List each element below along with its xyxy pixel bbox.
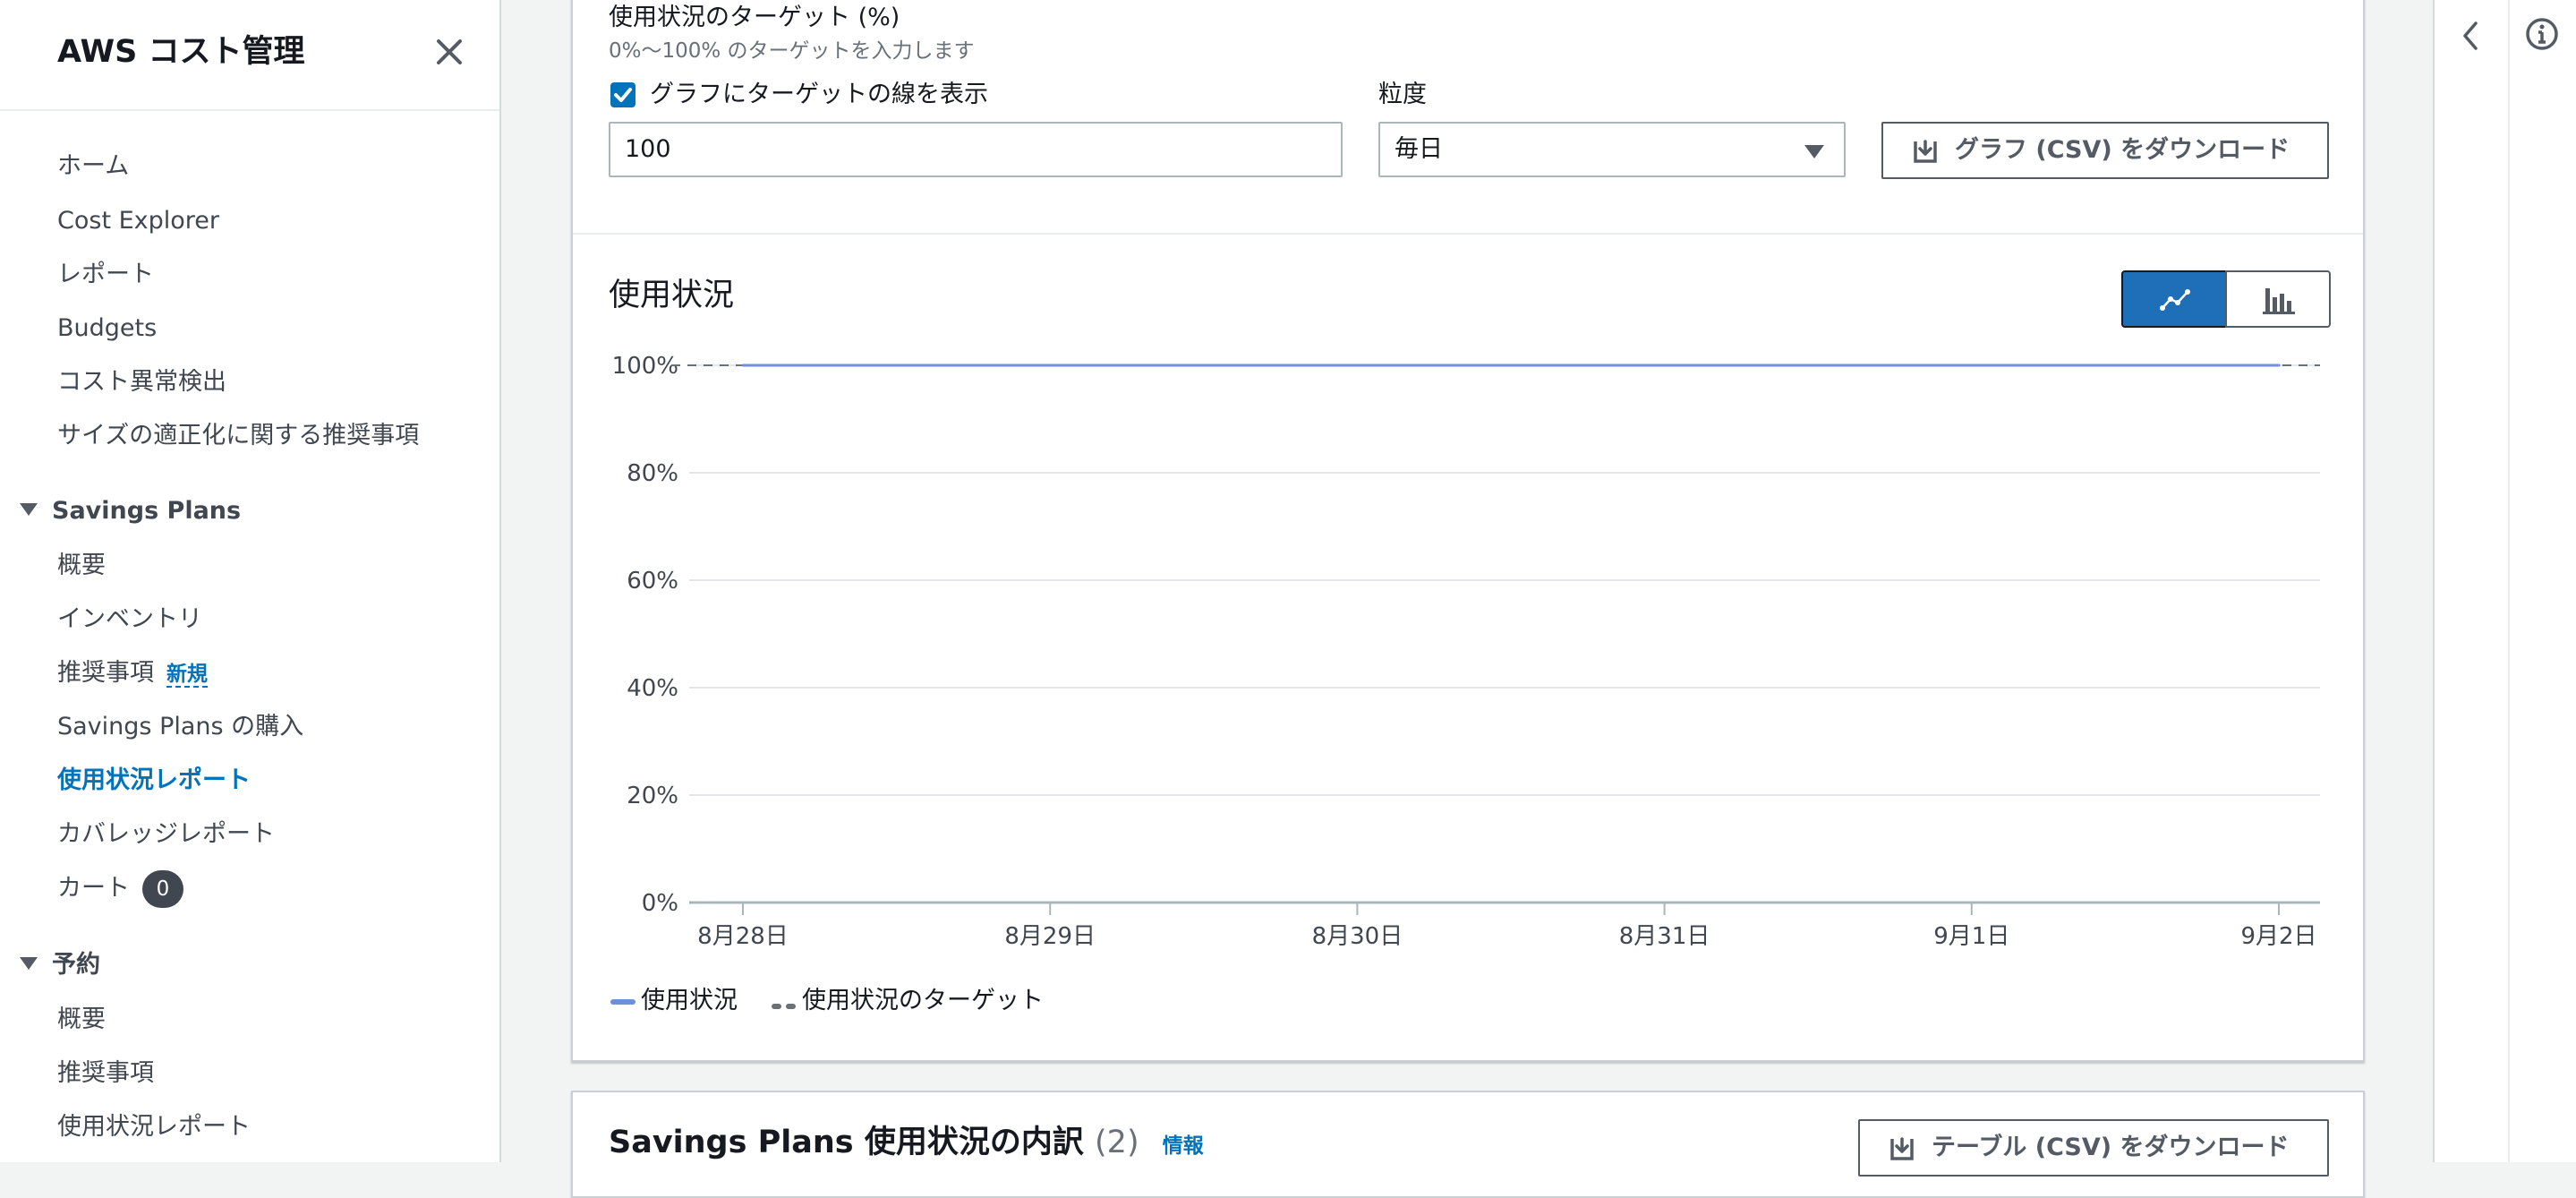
download-icon xyxy=(1890,1137,1914,1160)
close-icon[interactable] xyxy=(431,34,467,70)
nav-section-label: 予約 xyxy=(52,951,100,979)
nav-sp-purchase[interactable]: Savings Plans の購入 xyxy=(57,711,303,743)
nav-sp-inventory[interactable]: インベントリ xyxy=(57,603,202,636)
nav-budgets[interactable]: Budgets xyxy=(57,312,157,345)
side-navigation: AWS コスト管理 ホーム Cost Explorer レポート Budgets… xyxy=(0,0,501,1162)
x-tick-label: 9月2日 xyxy=(2240,923,2316,950)
chart-title: 使用状況 xyxy=(609,278,735,313)
nav-cost-explorer[interactable]: Cost Explorer xyxy=(57,205,219,237)
legend-swatch xyxy=(772,986,797,1018)
data-point xyxy=(741,364,745,367)
nav-ri-recommendations[interactable]: 推奨事項 xyxy=(57,1057,154,1090)
data-point xyxy=(2277,364,2281,367)
caret-down-icon xyxy=(20,503,38,516)
y-tick-label: 0% xyxy=(642,890,678,917)
nav-sp-recommendations[interactable]: 推奨事項 新規 xyxy=(57,657,208,690)
x-tick-label: 8月30日 xyxy=(1312,923,1403,950)
chevron-left-icon[interactable] xyxy=(2460,20,2481,52)
bar-chart-toggle[interactable] xyxy=(2225,270,2331,328)
nav-home[interactable]: ホーム xyxy=(57,150,129,183)
nav-rightsizing-recommendations[interactable]: サイズの適正化に関する推奨事項 xyxy=(57,420,419,452)
legend-label: 使用状況 xyxy=(641,987,738,1014)
info-icon[interactable] xyxy=(2524,16,2560,52)
breakdown-count: (2) xyxy=(1095,1125,1139,1160)
legend-item-target[interactable]: 使用状況のターゲット xyxy=(772,985,1044,1018)
data-point xyxy=(1048,364,1052,367)
nav-ri-utilization-report[interactable]: 使用状況レポート xyxy=(57,1111,251,1143)
legend-label: 使用状況のターゲット xyxy=(802,987,1044,1014)
x-tick-label: 8月29日 xyxy=(1004,923,1096,950)
data-point xyxy=(1663,364,1667,367)
x-tick-label: 9月1日 xyxy=(1933,923,2009,950)
nav-item-label: 推奨事項 xyxy=(57,659,154,687)
divider xyxy=(573,233,2363,235)
nav-sp-coverage-report[interactable]: カバレッジレポート xyxy=(57,818,275,851)
tools-rail xyxy=(2433,0,2576,1162)
checkmark-icon xyxy=(614,88,632,102)
y-tick-label: 80% xyxy=(627,460,678,487)
bar-chart-icon xyxy=(2263,288,2295,314)
legend-item-utilization[interactable]: 使用状況 xyxy=(610,985,738,1017)
breakdown-container: Savings Plans 使用状況の内訳 (2) 情報 テーブル (CSV) … xyxy=(571,1091,2365,1198)
nav-sp-utilization-report[interactable]: 使用状況レポート xyxy=(57,765,251,797)
data-point xyxy=(1970,364,1974,367)
nav-reports[interactable]: レポート xyxy=(57,259,154,291)
utilization-line-chart: 0% 20% 40% 60% 80% 100% 8月28日 8月29日 8月30日 8月31日 9月… xyxy=(612,353,2320,950)
nav-sp-overview[interactable]: 概要 xyxy=(57,550,106,582)
caret-down-icon xyxy=(1804,145,1824,158)
granularity-selected-value: 毎日 xyxy=(1395,135,1443,163)
download-chart-csv-button[interactable]: グラフ (CSV) をダウンロード xyxy=(1881,122,2329,179)
side-navigation-header: AWS コスト管理 xyxy=(0,0,499,111)
y-tick-label: 40% xyxy=(627,675,678,702)
nav-item-label: カート xyxy=(57,874,130,903)
show-target-checkbox[interactable] xyxy=(610,82,635,107)
nav-sp-cart[interactable]: カート 0 xyxy=(57,870,183,908)
line-chart-icon xyxy=(2160,289,2190,311)
y-tick-label: 100% xyxy=(612,353,678,380)
granularity-label: 粒度 xyxy=(1378,81,1427,108)
info-link[interactable]: 情報 xyxy=(1163,1134,1204,1158)
nav-cost-anomaly-detection[interactable]: コスト異常検出 xyxy=(57,366,226,398)
download-chart-csv-label: グラフ (CSV) をダウンロード xyxy=(1955,136,2290,164)
x-tick-label: 8月31日 xyxy=(1619,923,1710,950)
side-navigation-title: AWS コスト管理 xyxy=(57,34,305,70)
caret-down-icon xyxy=(20,957,38,970)
cart-count-badge: 0 xyxy=(142,870,183,908)
target-input[interactable]: 100 xyxy=(609,122,1343,177)
breakdown-title-text: Savings Plans 使用状況の内訳 xyxy=(609,1125,1084,1160)
nav-ri-overview[interactable]: 概要 xyxy=(57,1004,106,1036)
target-hint: 0%〜100% のターゲットを入力します xyxy=(609,39,975,63)
download-table-csv-label: テーブル (CSV) をダウンロード xyxy=(1932,1134,2290,1161)
nav-section-savings-plans[interactable]: Savings Plans xyxy=(20,495,241,527)
download-table-csv-button[interactable]: テーブル (CSV) をダウンロード xyxy=(1858,1119,2329,1177)
y-tick-label: 60% xyxy=(627,568,678,595)
target-label: 使用状況のターゲット (%) xyxy=(609,4,900,31)
x-tick-label: 8月28日 xyxy=(697,923,789,950)
nav-section-label: Savings Plans xyxy=(52,497,242,525)
y-tick-label: 20% xyxy=(627,783,678,809)
utilization-chart-container: 使用状況のターゲット (%) 0%〜100% のターゲットを入力します グラフに… xyxy=(571,0,2365,1062)
data-point xyxy=(1355,364,1359,367)
divider xyxy=(2508,0,2510,1162)
download-icon xyxy=(1914,140,1937,163)
breakdown-title: Savings Plans 使用状況の内訳 (2) 情報 xyxy=(609,1123,1204,1166)
line-chart-toggle[interactable] xyxy=(2121,270,2227,328)
show-target-label: グラフにターゲットの線を表示 xyxy=(650,81,988,108)
nav-section-reservations[interactable]: 予約 xyxy=(20,949,100,981)
new-badge: 新規 xyxy=(166,663,208,688)
legend-swatch xyxy=(610,998,635,1005)
granularity-select[interactable]: 毎日 xyxy=(1378,122,1846,177)
